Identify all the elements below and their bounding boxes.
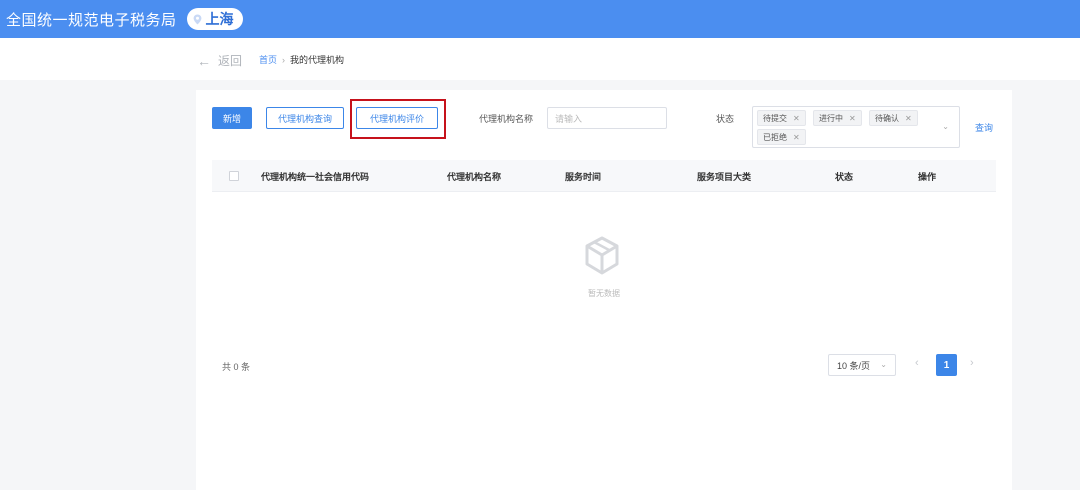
column-header: 服务时间 bbox=[565, 172, 602, 182]
previous-page-icon[interactable]: ‹ bbox=[915, 357, 919, 369]
city-selector[interactable]: 上海 bbox=[186, 8, 243, 30]
status-tag-label: 待提交 bbox=[763, 113, 787, 123]
query-button[interactable]: 查询 bbox=[975, 121, 993, 134]
status-tag: 待提交 ✕ bbox=[757, 110, 806, 126]
agency-review-button[interactable]: 代理机构评价 bbox=[356, 107, 438, 129]
empty-text: 暂无数据 bbox=[588, 289, 620, 298]
table-header: 代理机构统一社会信用代码 代理机构名称 服务时间 服务项目大类 状态 操作 bbox=[212, 160, 996, 192]
location-pin-icon bbox=[193, 14, 201, 24]
select-all-checkbox[interactable] bbox=[229, 171, 239, 181]
breadcrumb-current: 我的代理机构 bbox=[290, 55, 345, 65]
total-count: 共 0 条 bbox=[222, 362, 251, 372]
status-tag: 待确认 ✕ bbox=[869, 110, 918, 126]
empty-box-icon bbox=[585, 236, 619, 275]
page-size-select[interactable]: 10 条/页 ⌄ bbox=[828, 354, 896, 376]
close-icon[interactable]: ✕ bbox=[793, 114, 800, 123]
new-button[interactable]: 新增 bbox=[212, 107, 252, 129]
page-size-value: 10 条/页 bbox=[837, 360, 871, 371]
close-icon[interactable]: ✕ bbox=[905, 114, 912, 123]
column-header: 代理机构统一社会信用代码 bbox=[261, 172, 370, 182]
close-icon[interactable]: ✕ bbox=[793, 133, 800, 142]
breadcrumb: 首页 › 我的代理机构 bbox=[259, 53, 344, 66]
status-select[interactable]: 待提交 ✕ 进行中 ✕ 待确认 ✕ 已拒绝 ✕ ⌄ bbox=[752, 106, 960, 148]
agency-query-button[interactable]: 代理机构查询 bbox=[266, 107, 344, 129]
back-label: 返回 bbox=[218, 54, 243, 68]
city-name: 上海 bbox=[205, 11, 234, 27]
status-tag-label: 待确认 bbox=[875, 113, 899, 123]
status-label: 状态 bbox=[716, 114, 735, 124]
agency-name-input[interactable]: 请输入 bbox=[547, 107, 667, 129]
back-button[interactable]: ← 返回 bbox=[197, 52, 242, 69]
main-panel: 新增 代理机构查询 代理机构评价 代理机构名称 请输入 状态 待提交 ✕ 进行中… bbox=[196, 90, 1012, 490]
top-header: 全国统一规范电子税务局 上海 bbox=[0, 0, 1080, 38]
breadcrumb-home[interactable]: 首页 bbox=[259, 53, 277, 66]
chevron-down-icon: ⌄ bbox=[942, 122, 949, 131]
column-header: 操作 bbox=[918, 172, 937, 182]
column-header: 状态 bbox=[835, 172, 854, 182]
column-header: 代理机构名称 bbox=[447, 172, 502, 182]
column-header: 服务项目大类 bbox=[697, 172, 752, 182]
site-title: 全国统一规范电子税务局 bbox=[6, 11, 177, 29]
close-icon[interactable]: ✕ bbox=[849, 114, 856, 123]
breadcrumb-bar: ← 返回 首页 › 我的代理机构 bbox=[0, 38, 1080, 80]
page-number-current[interactable]: 1 bbox=[936, 354, 957, 376]
chevron-down-icon: ⌄ bbox=[880, 360, 887, 369]
status-tag-label: 已拒绝 bbox=[763, 132, 787, 142]
back-arrow-icon: ← bbox=[197, 52, 211, 69]
next-page-icon[interactable]: › bbox=[970, 357, 974, 369]
breadcrumb-separator-icon: › bbox=[282, 54, 286, 65]
status-tag: 进行中 ✕ bbox=[813, 110, 862, 126]
agency-name-label: 代理机构名称 bbox=[479, 114, 534, 124]
status-tag-label: 进行中 bbox=[819, 113, 843, 123]
status-tag: 已拒绝 ✕ bbox=[757, 129, 806, 145]
